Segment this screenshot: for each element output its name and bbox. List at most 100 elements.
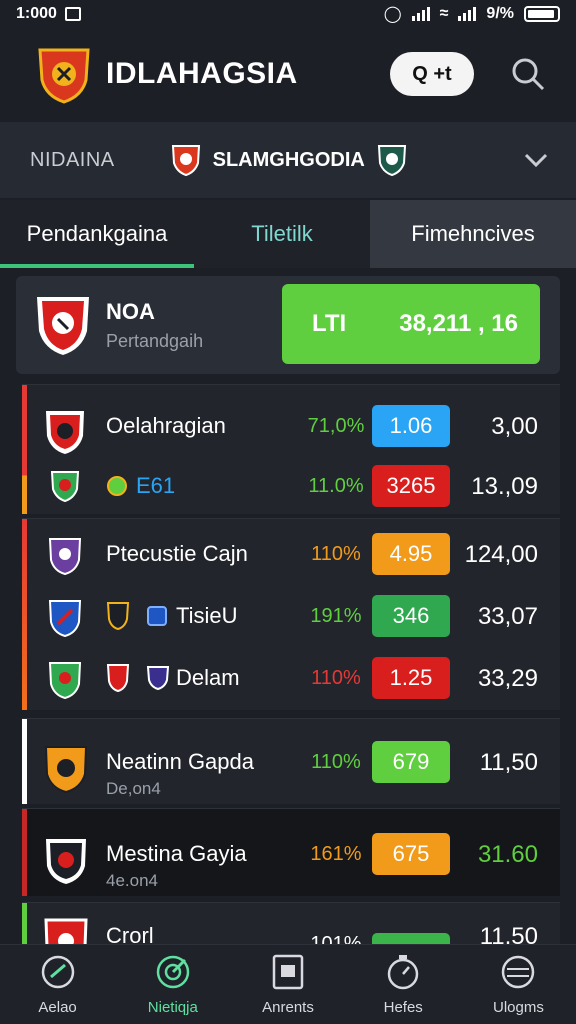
match-group: Crorl 101% 11,50 — [22, 902, 560, 944]
alarm-icon: ◯ — [383, 6, 402, 23]
team-crest-icon — [46, 839, 86, 884]
tab-favorites[interactable]: Fimehncives — [370, 200, 576, 268]
match-row[interactable]: Neatinn Gapda De,on4 110% 679 11,50 — [22, 731, 560, 798]
nav-label: Nietiqja — [147, 999, 198, 1016]
team-name: Ptecustie Cajn — [106, 541, 248, 566]
bottom-nav: Aelao Nietiqja Anrents Hefes Ulogms — [0, 944, 576, 1024]
stake-value: 13.,09 — [471, 473, 538, 500]
team-crest-icon — [171, 145, 200, 177]
team-crest-icon-2 — [377, 145, 406, 177]
match-row[interactable]: Crorl 101% 11,50 — [22, 911, 560, 944]
team-crest-icon — [44, 918, 88, 944]
nav-label: Anrents — [262, 999, 314, 1016]
win-percent: 191% — [310, 605, 362, 627]
ball-icon — [502, 955, 535, 989]
team-name: Delam — [176, 665, 240, 690]
win-percent: 110% — [311, 751, 361, 773]
league-selector[interactable]: NIDAINA SLAMGHGODIA — [0, 122, 576, 198]
featured-match-card[interactable]: NOA Pertandgaih LTI 38,211 , 16 — [16, 276, 560, 374]
stake-value: 11,50 — [479, 923, 538, 944]
nav-item-home[interactable]: Aelao — [0, 945, 115, 1024]
stake-value: 31.60 — [477, 841, 538, 868]
club-logo-icon — [38, 48, 90, 104]
clock: 1:000 — [16, 5, 57, 22]
badge-icon — [107, 476, 127, 496]
odds-button[interactable]: 346 — [372, 595, 450, 637]
win-percent: 110% — [311, 667, 361, 689]
stake-value: 33,29 — [477, 665, 538, 692]
tab-tickets[interactable]: Tiletilk — [194, 200, 370, 268]
stopwatch-icon — [387, 955, 419, 990]
match-row[interactable]: E61 11.0% 3265 13.,09 — [22, 455, 560, 517]
team-crest-icon — [48, 600, 82, 638]
tab-bar: Pendankgaina Tiletilk Fimehncives — [0, 200, 576, 268]
odds-button[interactable]: 1.25 — [372, 657, 450, 699]
tab-matches[interactable]: Pendankgaina — [0, 200, 194, 268]
stake-value: 11,50 — [479, 749, 538, 776]
battery-label: 9/% — [486, 5, 514, 22]
target-icon — [156, 955, 190, 989]
signal-icon-2 — [458, 7, 477, 21]
match-row[interactable]: Oelahragian 71,0% 1.06 3,00 — [22, 395, 560, 457]
match-group: Mestina Gayia 4e.on4 161% 675 31.60 — [22, 808, 560, 896]
team-name: E61 — [136, 473, 176, 498]
signal-icon — [411, 7, 430, 21]
whistle-icon — [41, 955, 74, 989]
nav-label: Aelao — [38, 999, 77, 1016]
featured-odds-button[interactable]: LTI 38,211 , 16 — [282, 284, 540, 364]
nav-item-matches[interactable]: Nietiqja — [115, 945, 230, 1024]
odds-button[interactable]: 4.95 — [372, 533, 450, 575]
battery-icon — [524, 6, 560, 22]
win-percent: 11.0% — [308, 475, 364, 497]
team-name: Oelahragian — [106, 413, 226, 438]
odds-button[interactable]: 679 — [372, 741, 450, 783]
match-group: Ptecustie Cajn 110% 4.95 124,00 TisieU 1… — [22, 518, 560, 710]
match-group: Oelahragian 71,0% 1.06 3,00 E61 11.0% 32… — [22, 384, 560, 514]
team-crest-icon — [106, 602, 130, 631]
nav-item-heroes[interactable]: Hefes — [346, 945, 461, 1024]
app-title: IDLAHAGSIA — [106, 57, 298, 90]
team-crest-icon — [106, 664, 130, 693]
match-group: Neatinn Gapda De,on4 110% 679 11,50 — [22, 718, 560, 804]
nav-label: Ulogms — [492, 999, 544, 1016]
stake-value: 33,07 — [477, 603, 538, 630]
team-name: Neatinn Gapda — [106, 749, 254, 774]
win-percent: 71,0% — [307, 415, 365, 437]
app-header: IDLAHAGSIA Q +t — [0, 28, 576, 120]
odds-button[interactable]: 675 — [372, 833, 450, 875]
team-name: Mestina Gayia — [106, 841, 247, 866]
quick-add-button[interactable]: Q +t — [390, 52, 474, 96]
featured-odds-label: LTI — [312, 310, 347, 337]
card-icon — [272, 954, 304, 990]
odds-button[interactable]: 1.06 — [372, 405, 450, 447]
match-date: 4e.on4 — [106, 871, 158, 890]
featured-team-name: NOA — [106, 298, 155, 324]
team-crest-icon — [46, 411, 84, 454]
badge-icon — [147, 606, 167, 626]
league-name: SLAMGHGODIA — [212, 148, 365, 171]
match-row[interactable]: Delam 110% 1.25 33,29 — [22, 647, 560, 709]
odds-button[interactable]: 3265 — [372, 465, 450, 507]
notification-icon — [64, 7, 81, 21]
wifi-icon: ≈ — [439, 5, 449, 22]
search-icon[interactable] — [510, 56, 546, 92]
stake-value: 124,00 — [464, 541, 538, 568]
odds-button[interactable] — [372, 933, 450, 944]
league-left-label: NIDAINA — [30, 148, 115, 171]
team-crest-icon — [50, 471, 80, 503]
status-bar: 1:000 ◯ ≈ 9/% — [0, 0, 576, 28]
team-crest-icon — [48, 538, 82, 576]
match-row[interactable]: TisieU 191% 346 33,07 — [22, 585, 560, 647]
match-row[interactable]: Mestina Gayia 4e.on4 161% 675 31.60 — [22, 823, 560, 890]
featured-crest-icon — [37, 297, 89, 355]
match-row[interactable]: Ptecustie Cajn 110% 4.95 124,00 — [22, 523, 560, 585]
featured-subtitle: Pertandgaih — [106, 330, 204, 351]
win-percent: 101% — [310, 933, 362, 944]
team-crest-icon — [48, 662, 82, 700]
chevron-down-icon[interactable] — [522, 146, 550, 174]
win-percent: 110% — [311, 543, 361, 565]
team-crest-icon — [146, 666, 170, 691]
team-name: Crorl — [106, 923, 154, 944]
nav-item-events[interactable]: Anrents — [230, 945, 345, 1024]
nav-item-logos[interactable]: Ulogms — [461, 945, 576, 1024]
